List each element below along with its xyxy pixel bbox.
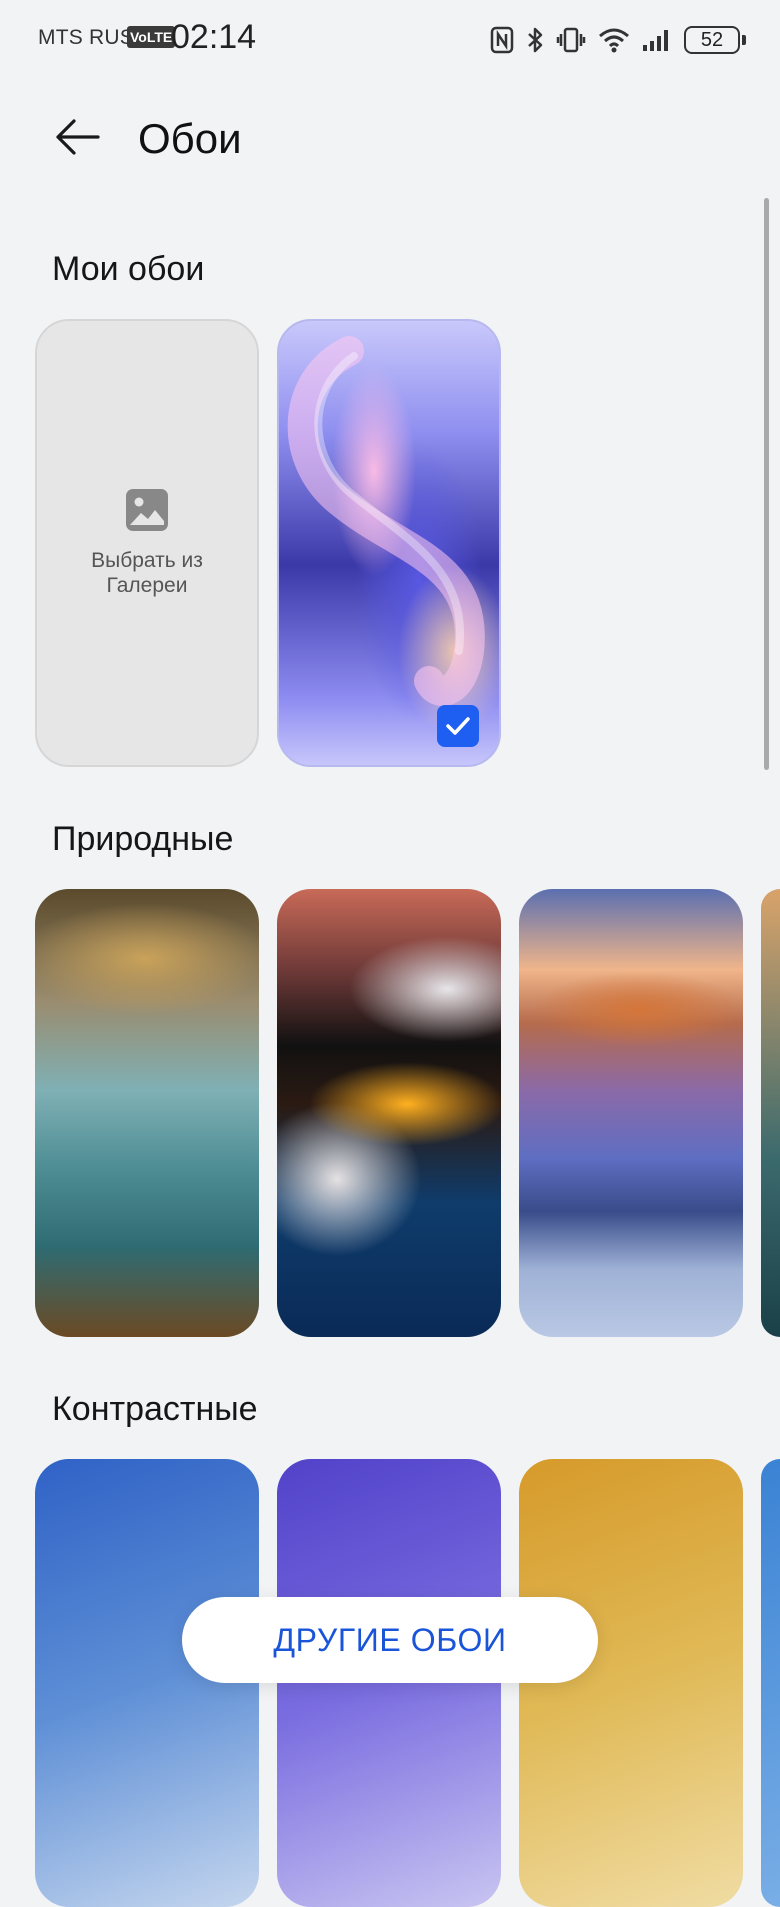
contrast-wallpaper-1[interactable]: [35, 1459, 259, 1907]
status-icons: 52: [490, 20, 746, 60]
back-arrow-icon: [56, 119, 100, 155]
nature-wallpaper-2[interactable]: [277, 889, 501, 1337]
nature-wallpaper-3[interactable]: [519, 889, 743, 1337]
choose-from-gallery-card[interactable]: Выбрать из Галереи: [35, 319, 259, 767]
contrast-wallpaper-4[interactable]: [761, 1459, 780, 1907]
carrier-label: MTS RUS: [38, 26, 134, 49]
section-title-nature: Природные: [52, 820, 234, 858]
status-bar: MTS RUS VoLTE 02:14 52: [0, 0, 780, 80]
more-wallpapers-button[interactable]: ДРУГИЕ ОБОИ: [182, 1597, 598, 1683]
image-icon: [126, 489, 168, 531]
nature-wallpaper-1[interactable]: [35, 889, 259, 1337]
selected-checkbox[interactable]: [437, 705, 479, 747]
clock: 02:14: [171, 18, 257, 56]
contrast-wallpaper-3[interactable]: [519, 1459, 743, 1907]
check-icon: [446, 717, 470, 735]
section-title-my: Мои обои: [52, 250, 205, 288]
wifi-icon: [599, 28, 629, 53]
scrollbar[interactable]: [764, 198, 769, 770]
back-button[interactable]: [52, 112, 102, 162]
nature-wallpaper-4[interactable]: [761, 889, 780, 1337]
page-title: Обои: [138, 115, 242, 162]
signal-icon: [643, 30, 668, 51]
section-title-contrast: Контрастные: [52, 1390, 258, 1428]
battery-level: 52: [700, 28, 724, 51]
volte-badge: VoLTE: [127, 26, 176, 48]
gallery-label: Выбрать из Галереи: [91, 549, 203, 597]
battery-icon: 52: [684, 26, 746, 54]
contrast-wallpaper-2[interactable]: [277, 1459, 501, 1907]
swirl-shape: [287, 336, 485, 706]
current-wallpaper-card[interactable]: [277, 319, 501, 767]
vibrate-icon: [556, 27, 586, 53]
nfc-icon: [490, 26, 514, 54]
bluetooth-icon: [528, 27, 543, 53]
